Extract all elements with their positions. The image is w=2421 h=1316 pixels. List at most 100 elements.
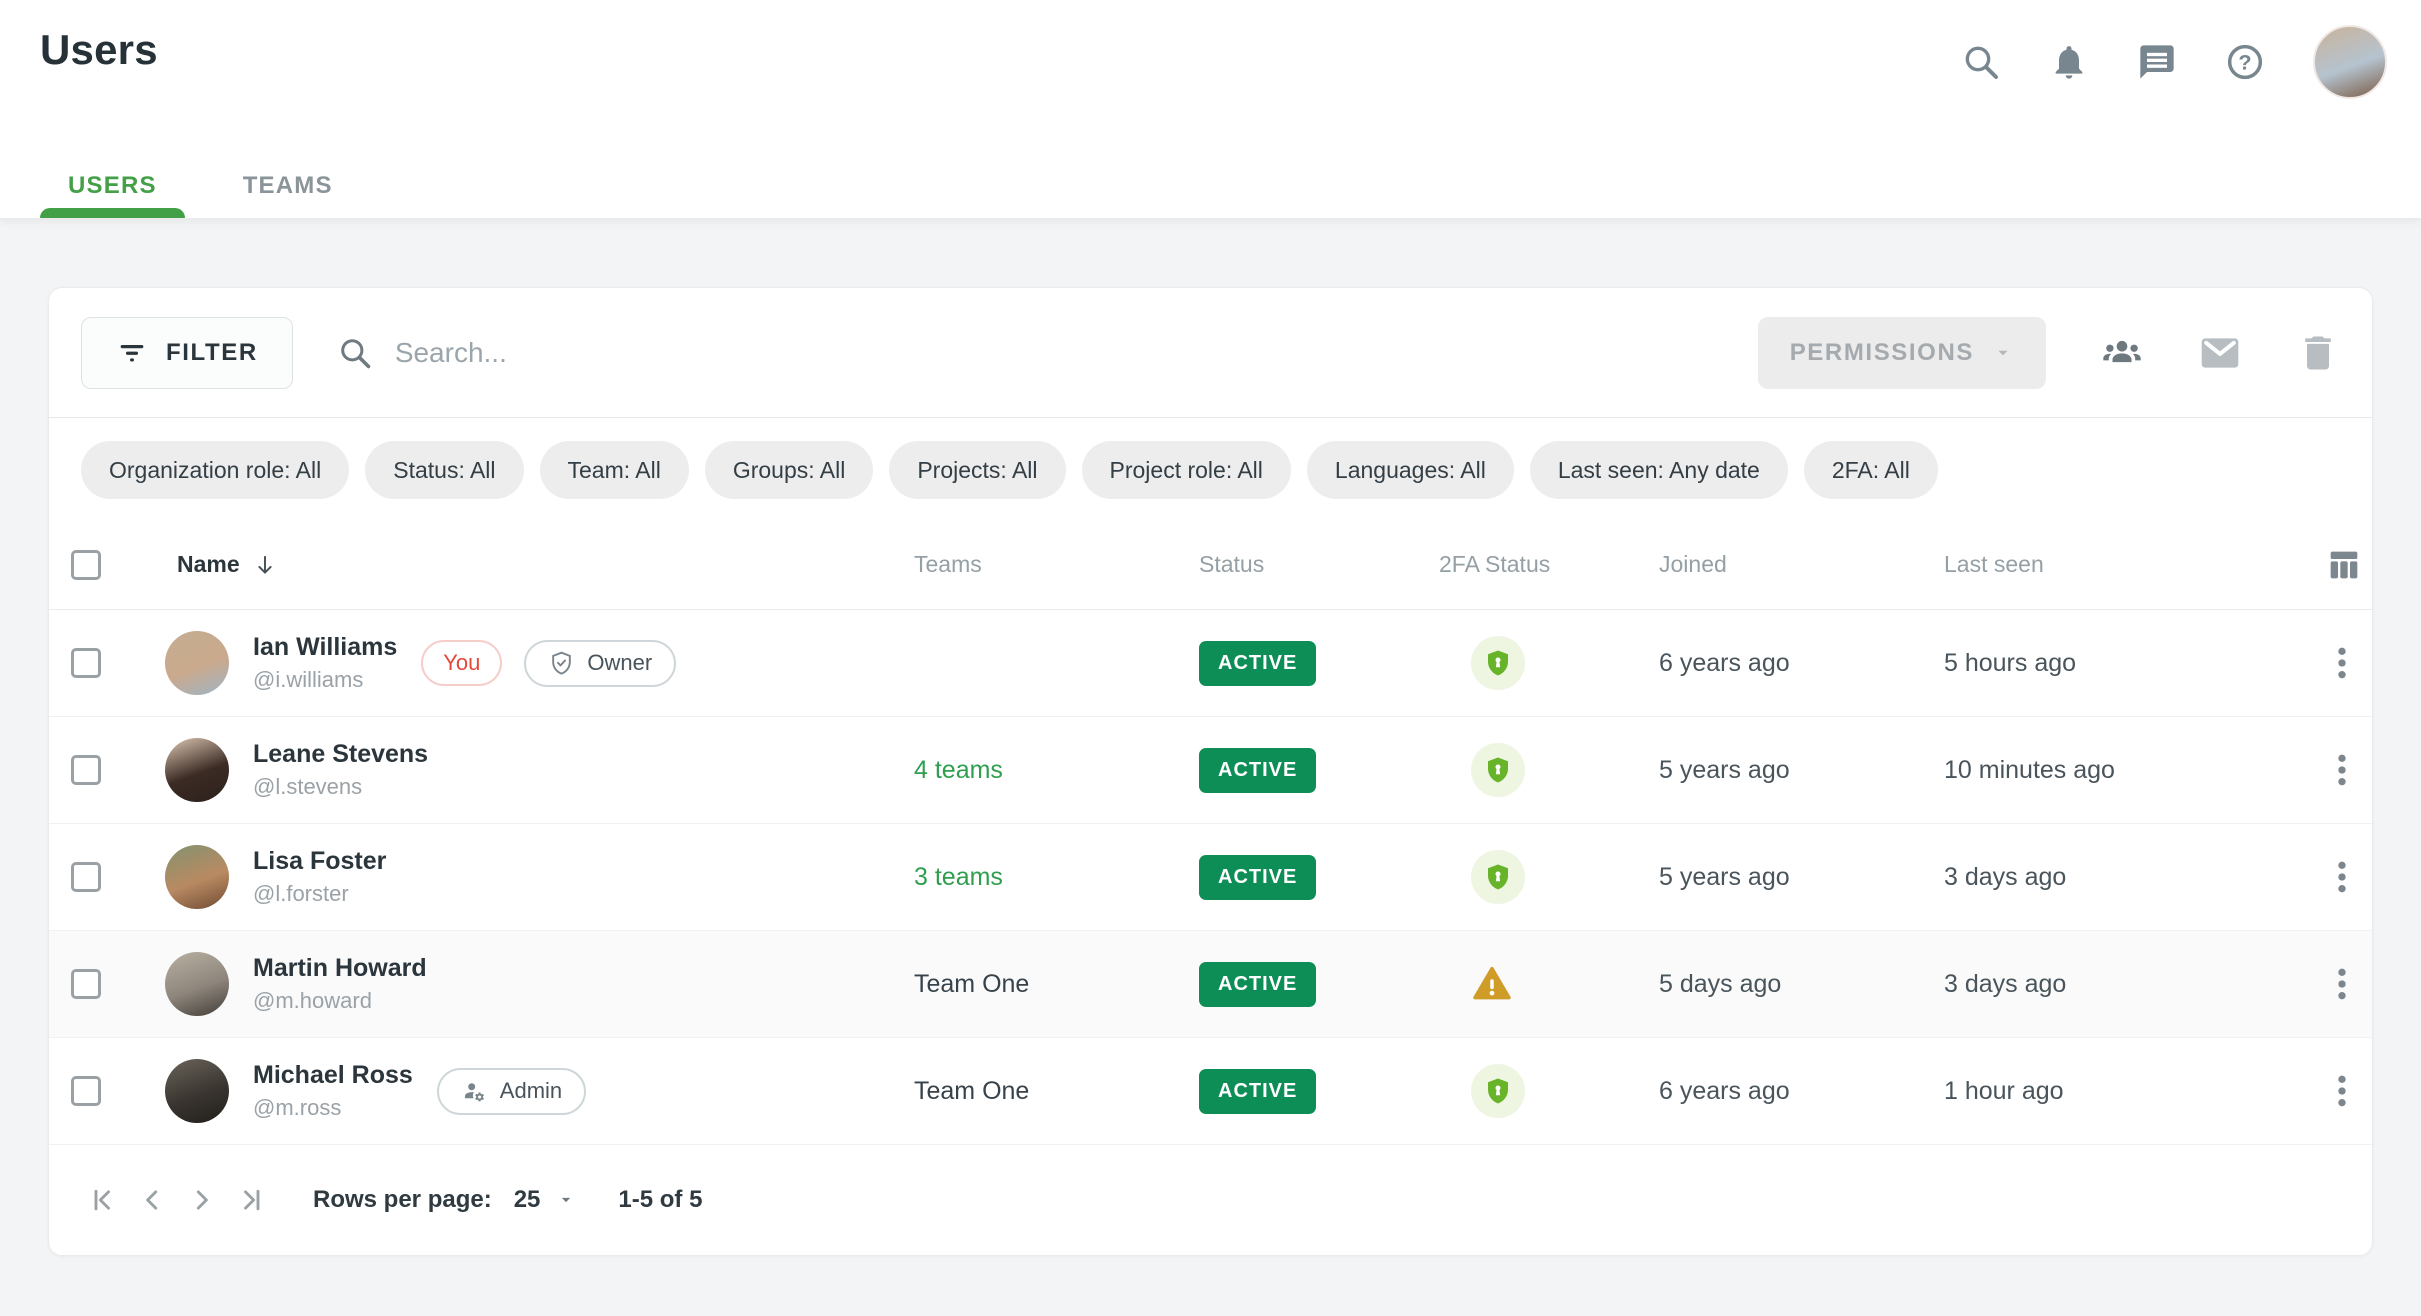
filter-chip[interactable]: Project role: All	[1082, 441, 1291, 499]
row-checkbox[interactable]	[71, 1076, 101, 1106]
row-checkbox[interactable]	[71, 862, 101, 892]
page-prev-button[interactable]	[127, 1172, 177, 1228]
user-handle: @l.forster	[253, 881, 386, 907]
chevron-down-icon	[1992, 342, 2014, 364]
page-first-button[interactable]	[77, 1172, 127, 1228]
joined-cell: 6 years ago	[1639, 649, 1924, 678]
filter-button[interactable]: FILTER	[81, 317, 293, 389]
last-seen-cell: 1 hour ago	[1924, 1077, 2239, 1106]
column-settings-button[interactable]	[2304, 545, 2372, 585]
table-row: Ian Williams @i.williams YouOwner ACTIVE…	[49, 610, 2372, 717]
joined-cell: 6 years ago	[1639, 1077, 1924, 1106]
status-badge: ACTIVE	[1199, 855, 1316, 900]
row-menu-button[interactable]	[2322, 857, 2372, 897]
filter-chip[interactable]: Groups: All	[705, 441, 874, 499]
status-badge: ACTIVE	[1199, 748, 1316, 793]
table-row: Michael Ross @m.ross Admin Team One ACTI…	[49, 1038, 2372, 1145]
add-to-team-button[interactable]	[2100, 331, 2144, 375]
select-all-checkbox[interactable]	[71, 550, 101, 580]
filter-chip[interactable]: 2FA: All	[1804, 441, 1938, 499]
user-handle: @m.ross	[253, 1095, 413, 1121]
owner-badge: Owner	[524, 640, 676, 687]
user-name[interactable]: Martin Howard	[253, 954, 427, 983]
page-next-button[interactable]	[177, 1172, 227, 1228]
shield-check-icon	[548, 650, 575, 677]
filter-chip[interactable]: Team: All	[540, 441, 689, 499]
row-menu-button[interactable]	[2322, 1071, 2372, 1111]
filter-chip[interactable]: Status: All	[365, 441, 523, 499]
teams-cell: Team One	[894, 1077, 1179, 1106]
column-header-joined: Joined	[1639, 551, 1924, 578]
last-seen-cell: 5 hours ago	[1924, 649, 2239, 678]
delete-button[interactable]	[2296, 331, 2340, 375]
row-menu-button[interactable]	[2322, 643, 2372, 683]
search-input[interactable]	[395, 337, 1095, 369]
teams-link[interactable]: 3 teams	[914, 863, 1003, 891]
filter-chip[interactable]: Projects: All	[889, 441, 1065, 499]
status-badge: ACTIVE	[1199, 962, 1316, 1007]
avatar	[165, 1059, 229, 1123]
group-add-icon	[2100, 331, 2144, 375]
row-menu-button[interactable]	[2322, 964, 2372, 1004]
columns-icon	[2324, 545, 2364, 585]
rows-per-page-select[interactable]: 25	[514, 1186, 577, 1214]
rows-per-page-label: Rows per page:	[313, 1186, 492, 1214]
filter-chip[interactable]: Languages: All	[1307, 441, 1514, 499]
filter-button-label: FILTER	[166, 339, 258, 367]
row-checkbox[interactable]	[71, 755, 101, 785]
permissions-button[interactable]: PERMISSIONS	[1758, 317, 2046, 389]
joined-cell: 5 days ago	[1639, 970, 1924, 999]
twofa-enabled-shield-icon	[1471, 636, 1525, 690]
svg-text:?: ?	[2238, 50, 2251, 75]
user-handle: @m.howard	[253, 988, 427, 1014]
tab-users[interactable]: USERS	[40, 172, 185, 218]
teams-link[interactable]: 4 teams	[914, 756, 1003, 784]
teams-cell: Team One	[894, 970, 1179, 999]
twofa-enabled-shield-icon	[1471, 743, 1525, 797]
notifications-bell-icon[interactable]	[2049, 42, 2089, 82]
status-badge: ACTIVE	[1199, 1069, 1316, 1114]
last-seen-cell: 3 days ago	[1924, 970, 2239, 999]
user-name[interactable]: Leane Stevens	[253, 740, 428, 769]
row-checkbox[interactable]	[71, 969, 101, 999]
user-name[interactable]: Ian Williams	[253, 633, 397, 662]
email-button[interactable]	[2198, 331, 2242, 375]
filter-chip[interactable]: Last seen: Any date	[1530, 441, 1788, 499]
table-row: Lisa Foster @l.forster 3 teams ACTIVE 5 …	[49, 824, 2372, 931]
page-title: Users	[40, 26, 158, 74]
search-icon[interactable]	[1961, 42, 2001, 82]
twofa-cell	[1419, 1064, 1639, 1118]
user-avatar[interactable]	[2313, 25, 2387, 99]
tab-teams[interactable]: TEAMS	[215, 172, 361, 218]
row-checkbox[interactable]	[71, 648, 101, 678]
avatar	[165, 952, 229, 1016]
user-name[interactable]: Lisa Foster	[253, 847, 386, 876]
app-header: Users ? USERS TEAMS	[0, 0, 2421, 218]
column-header-name[interactable]: Name	[139, 551, 894, 578]
search-field-icon	[337, 335, 373, 371]
row-menu-button[interactable]	[2322, 750, 2372, 790]
user-handle: @l.stevens	[253, 774, 428, 800]
avatar	[165, 631, 229, 695]
twofa-cell	[1419, 636, 1639, 690]
teams-label: Team One	[914, 1077, 1029, 1105]
twofa-enabled-shield-icon	[1471, 1064, 1525, 1118]
messages-icon[interactable]	[2137, 42, 2177, 82]
trash-icon	[2296, 331, 2340, 375]
twofa-cell	[1419, 963, 1639, 1005]
teams-cell: 3 teams	[894, 863, 1179, 892]
pagination: Rows per page: 25 1-5 of 5	[49, 1145, 2372, 1255]
page-last-button[interactable]	[227, 1172, 277, 1228]
joined-cell: 5 years ago	[1639, 863, 1924, 892]
help-icon[interactable]: ?	[2225, 42, 2265, 82]
status-badge: ACTIVE	[1199, 641, 1316, 686]
table-body: Ian Williams @i.williams YouOwner ACTIVE…	[49, 610, 2372, 1145]
user-name[interactable]: Michael Ross	[253, 1061, 413, 1090]
filter-chips: Organization role: All Status: All Team: A…	[49, 418, 2372, 520]
last-seen-cell: 10 minutes ago	[1924, 756, 2239, 785]
filter-icon	[116, 337, 148, 369]
filter-chip[interactable]: Organization role: All	[81, 441, 349, 499]
twofa-cell	[1419, 850, 1639, 904]
twofa-enabled-shield-icon	[1471, 850, 1525, 904]
users-card: FILTER PERMISSIONS	[48, 287, 2373, 1256]
